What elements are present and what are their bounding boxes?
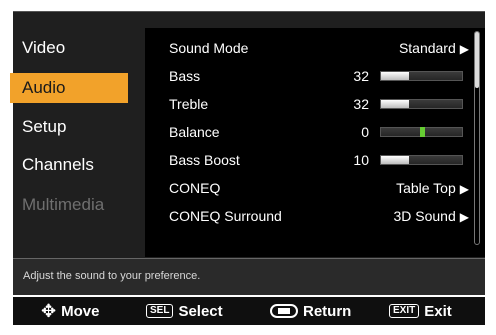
return-key: Return xyxy=(270,301,351,321)
setting-label: Treble xyxy=(169,96,209,112)
sidebar-item-audio[interactable]: Audio xyxy=(10,73,128,103)
setting-label: Bass xyxy=(169,68,201,84)
select-label: Select xyxy=(178,302,223,320)
balance-marker xyxy=(419,127,425,137)
scrollbar[interactable] xyxy=(474,31,480,245)
setting-sound-mode[interactable]: Sound Mode Standard ▶ xyxy=(169,36,469,60)
setting-treble[interactable]: Treble 32 xyxy=(169,92,469,116)
setting-label: CONEQ xyxy=(169,180,221,196)
slider-fill xyxy=(381,156,410,164)
setting-label: Balance xyxy=(169,124,220,140)
sidebar-item-label: Audio xyxy=(22,78,66,97)
exit-key: EXIT Exit xyxy=(389,301,452,321)
arrow-right-icon: ▶ xyxy=(459,42,469,56)
setting-bass[interactable]: Bass 32 xyxy=(169,64,469,88)
exit-badge-icon: EXIT xyxy=(389,304,420,318)
scrollbar-thumb[interactable] xyxy=(475,32,479,88)
bass-slider[interactable] xyxy=(380,71,463,81)
return-label: Return xyxy=(303,302,352,320)
setting-bass-boost[interactable]: Bass Boost 10 xyxy=(169,148,469,172)
setting-coneq-surround[interactable]: CONEQ Surround 3D Sound ▶ xyxy=(169,204,469,228)
setting-coneq[interactable]: CONEQ Table Top ▶ xyxy=(169,176,469,200)
sidebar-item-label: Video xyxy=(22,38,66,57)
slider-fill xyxy=(381,100,410,108)
setting-balance[interactable]: Balance 0 xyxy=(169,120,469,144)
sel-badge-icon: SEL xyxy=(146,304,174,318)
sidebar-item-multimedia: Multimedia xyxy=(10,190,128,220)
sidebar-item-label: Multimedia xyxy=(22,195,105,214)
setting-value: 32 xyxy=(353,68,369,84)
exit-label: Exit xyxy=(424,302,452,320)
setting-label: Sound Mode xyxy=(169,40,249,56)
setting-label: CONEQ Surround xyxy=(169,208,282,224)
tv-menu: Video Audio Setup Channels Multimedia So… xyxy=(0,0,496,335)
sidebar-item-label: Setup xyxy=(22,117,67,136)
arrow-right-icon: ▶ xyxy=(459,182,469,196)
select-key: SEL Select xyxy=(146,301,223,321)
slider-fill xyxy=(381,72,410,80)
balance-slider[interactable] xyxy=(380,127,463,137)
move-arrows-icon: ✥ xyxy=(41,300,57,321)
sidebar-item-video[interactable]: Video xyxy=(10,33,128,63)
sidebar-item-setup[interactable]: Setup xyxy=(10,112,128,142)
move-key: ✥ Move xyxy=(41,301,99,321)
setting-value: Table Top ▶ xyxy=(396,176,469,201)
setting-value: Standard ▶ xyxy=(399,36,469,61)
setting-value: 32 xyxy=(353,96,369,112)
return-icon xyxy=(270,304,298,318)
bass-boost-slider[interactable] xyxy=(380,155,463,165)
help-text: Adjust the sound to your preference. xyxy=(23,270,201,282)
setting-value: 10 xyxy=(353,152,369,168)
setting-value: 3D Sound ▶ xyxy=(393,204,469,229)
arrow-right-icon: ▶ xyxy=(459,210,469,224)
sidebar-item-channels[interactable]: Channels xyxy=(10,150,128,180)
setting-label: Bass Boost xyxy=(169,152,240,168)
setting-value: 0 xyxy=(361,124,369,140)
treble-slider[interactable] xyxy=(380,99,463,109)
sidebar-item-label: Channels xyxy=(22,155,94,174)
move-label: Move xyxy=(61,302,100,320)
